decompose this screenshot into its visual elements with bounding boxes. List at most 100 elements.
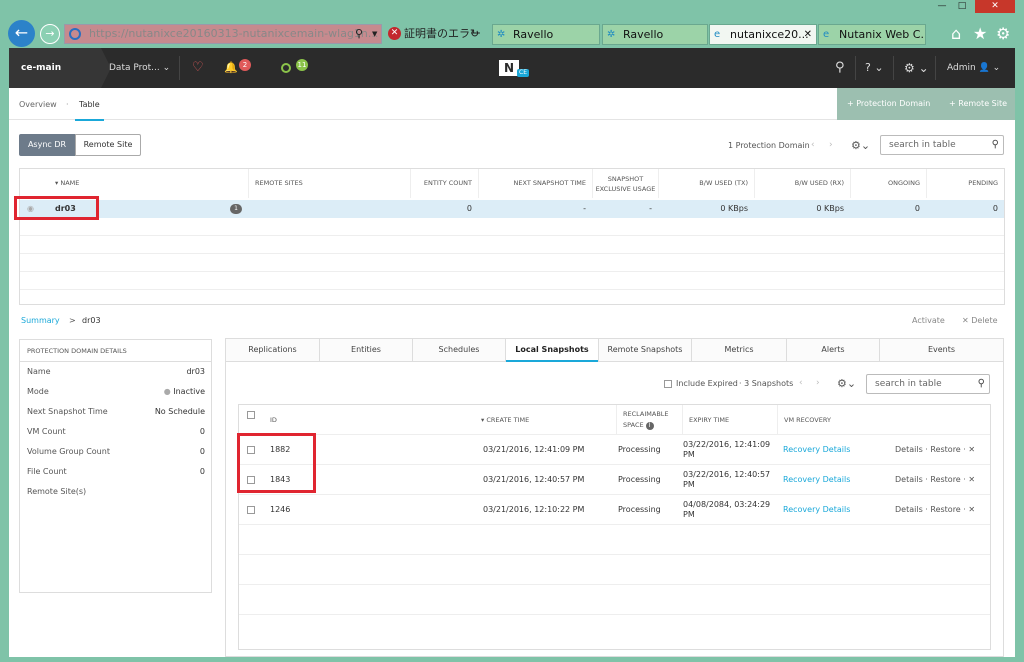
forward-arrow-icon[interactable]: → [40, 24, 60, 44]
col-ongoing[interactable]: ONGOING [850, 169, 926, 198]
home-icon[interactable]: ⌂ [951, 24, 961, 44]
add-remote-site-button[interactable]: + Remote Site [935, 88, 1015, 120]
prev-page-icon[interactable]: ‹ [799, 378, 803, 388]
restore-link[interactable]: Restore [930, 475, 960, 484]
tab-local-snapshots[interactable]: Local Snapshots [505, 339, 598, 362]
recovery-details-link[interactable]: Recovery Details [783, 495, 850, 525]
delete-icon[interactable]: ✕ [968, 505, 975, 514]
mode-value: Inactive [173, 387, 205, 396]
tab-metrics[interactable]: Metrics [691, 339, 786, 361]
back-arrow-icon[interactable]: ← [8, 20, 35, 47]
col-id[interactable]: ID [270, 405, 277, 434]
table-row[interactable]: ◉ dr03 1 0 - - 0 KBps 0 KBps 0 0 [20, 200, 1004, 218]
col-expiry-time[interactable]: EXPIRY TIME [682, 405, 729, 434]
tab-title: Nutanix Web C... [839, 28, 926, 41]
col-snapshot-usage[interactable]: SNAPSHOT EXCLUSIVE USAGE [592, 169, 658, 198]
row-checkbox[interactable] [247, 506, 255, 514]
async-dr-toggle[interactable]: Async DR [19, 134, 75, 156]
browser-tab-ravello-2[interactable]: ✲ Ravello [602, 24, 708, 45]
next-page-icon[interactable]: › [816, 378, 820, 388]
browser-tab-nutanix-active[interactable]: e nutanixce20... ✕ [709, 24, 817, 45]
tab-title: Ravello [623, 28, 664, 41]
include-expired-checkbox[interactable]: Include Expired [664, 379, 738, 388]
refresh-icon[interactable]: ↻ [470, 24, 479, 44]
chevron-down-icon: ⌄ [162, 63, 171, 73]
tab-alerts[interactable]: Alerts [786, 339, 879, 361]
recovery-details-link[interactable]: Recovery Details [783, 465, 850, 495]
col-name[interactable]: ▾ NAME [53, 169, 248, 198]
close-tab-icon[interactable]: ✕ [804, 25, 812, 44]
next-page-icon[interactable]: › [829, 140, 833, 150]
remote-site-toggle[interactable]: Remote Site [75, 134, 141, 156]
expiry-time: 03/22/2016, 12:41:09 PM [683, 440, 770, 460]
table-settings-icon[interactable]: ⚙⌄ [837, 377, 856, 390]
breadcrumb-summary[interactable]: Summary [21, 316, 60, 325]
health-icon[interactable]: ♡ [192, 48, 204, 88]
delete-button[interactable]: ✕ Delete [962, 316, 998, 325]
search-icon[interactable]: ⚲ [835, 48, 845, 88]
gear-icon[interactable]: ⚙ [996, 24, 1010, 44]
browser-tab-ravello-1[interactable]: ✲ Ravello [492, 24, 600, 45]
select-all-checkbox[interactable] [247, 411, 255, 419]
tab-overview[interactable]: Overview [19, 100, 57, 109]
add-protection-domain-button[interactable]: + Protection Domain [837, 88, 935, 120]
expiry-time: 03/22/2016, 12:40:57 PM [683, 470, 770, 490]
tab-entities[interactable]: Entities [319, 339, 412, 361]
close-window-button[interactable]: ✕ [975, 0, 1015, 13]
address-bar[interactable]: https://nutanixce20160313-nutanixcemain-… [64, 24, 382, 44]
pd-search-input[interactable]: search in table ⚲ [880, 135, 1004, 155]
restore-link[interactable]: Restore [930, 505, 960, 514]
table-row[interactable]: 1882 03/21/2016, 12:41:09 PM Processing … [239, 434, 990, 464]
search-icon[interactable]: ⚲ [355, 24, 363, 44]
details-link[interactable]: Details [895, 475, 923, 484]
tab-replications[interactable]: Replications [226, 339, 319, 361]
col-pending[interactable]: PENDING [926, 169, 1004, 198]
dropdown-icon[interactable]: ▼ [372, 24, 377, 44]
col-entity-count[interactable]: ENTITY COUNT [410, 169, 478, 198]
window-titlebar [0, 0, 1024, 12]
alert-bell-icon[interactable]: 🔔 [224, 48, 238, 88]
cert-error-icon[interactable]: ✕ [388, 27, 401, 40]
col-create-time[interactable]: ▾ CREATE TIME [481, 405, 529, 434]
tab-schedules[interactable]: Schedules [412, 339, 505, 361]
help-menu[interactable]: ? ⌄ [865, 48, 884, 88]
info-icon[interactable]: i [645, 422, 654, 430]
breadcrumb-current: dr03 [82, 316, 101, 325]
tab-table[interactable]: Table [75, 100, 104, 121]
user-menu[interactable]: Admin 👤 ⌄ [947, 48, 1000, 88]
minimize-button[interactable]: — [935, 0, 949, 13]
reclaimable-space: Processing [618, 445, 661, 454]
col-bw-rx[interactable]: B/W USED (RX) [754, 169, 850, 198]
delete-icon[interactable]: ✕ [968, 445, 975, 454]
star-icon[interactable]: ★ [973, 24, 987, 44]
restore-link[interactable]: Restore [930, 445, 960, 454]
details-link[interactable]: Details [895, 445, 923, 454]
table-row[interactable]: 1246 03/21/2016, 12:10:22 PM Processing … [239, 494, 990, 524]
recovery-details-link[interactable]: Recovery Details [783, 435, 850, 465]
maximize-button[interactable]: □ [955, 0, 969, 13]
prev-page-icon[interactable]: ‹ [811, 140, 815, 150]
tab-events[interactable]: Events [879, 339, 1003, 361]
col-remote-sites[interactable]: REMOTE SITES [248, 169, 410, 198]
nav-menu-dropdown[interactable]: Data Prot... ⌄ [109, 48, 170, 88]
col-bw-tx[interactable]: B/W USED (TX) [658, 169, 754, 198]
col-vm-recovery[interactable]: VM RECOVERY [777, 405, 831, 434]
tasks-icon[interactable] [281, 63, 291, 73]
highlight-box [237, 433, 316, 493]
table-settings-icon[interactable]: ⚙⌄ [851, 139, 870, 152]
snapshot-count: · 3 Snapshots [739, 379, 794, 388]
details-link[interactable]: Details [895, 505, 923, 514]
cluster-name[interactable]: ce-main [9, 48, 111, 88]
tab-remote-snapshots[interactable]: Remote Snapshots [598, 339, 691, 361]
delete-icon[interactable]: ✕ [968, 475, 975, 484]
col-reclaimable-space[interactable]: RECLAIMABLE SPACE i [616, 405, 669, 434]
checkbox[interactable] [664, 379, 672, 388]
user-label: Admin [947, 63, 976, 73]
col-next-snapshot[interactable]: NEXT SNAPSHOT TIME [478, 169, 592, 198]
table-row[interactable]: 1843 03/21/2016, 12:40:57 PM Processing … [239, 464, 990, 494]
settings-gear-icon[interactable]: ⚙ ⌄ [904, 48, 929, 88]
help-icon: ? [865, 61, 871, 74]
snapshot-search-input[interactable]: search in table ⚲ [866, 374, 990, 394]
activate-button[interactable]: Activate [912, 316, 945, 325]
browser-tab-nutanix-web[interactable]: e Nutanix Web C... [818, 24, 926, 45]
